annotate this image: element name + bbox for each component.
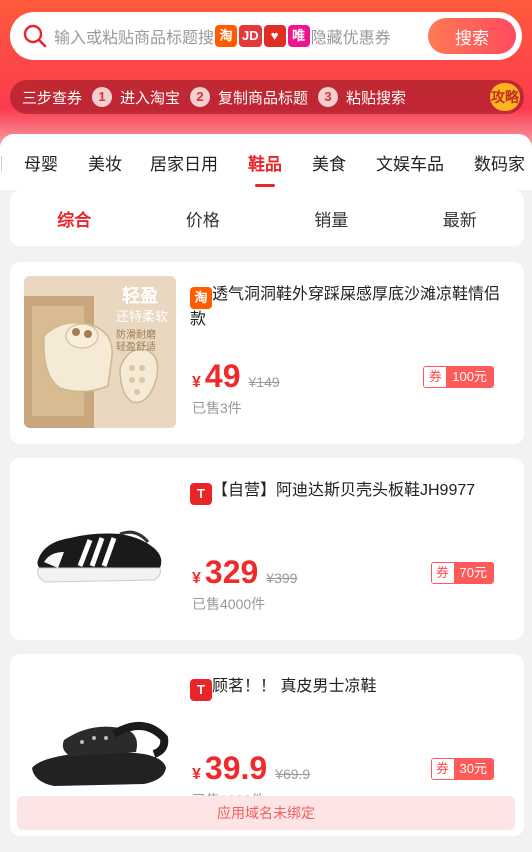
currency-symbol: ¥	[192, 374, 201, 391]
coupon-value: 30元	[453, 759, 493, 779]
product-title: T 【自营】阿迪达斯贝壳头板鞋JH9977	[190, 480, 512, 505]
sold-count: 已售4000件	[192, 596, 266, 612]
tab-category-0[interactable]: 母婴	[24, 150, 58, 175]
price-row: ¥ 329 ¥399	[192, 554, 297, 591]
currency-symbol: ¥	[192, 766, 201, 783]
tmall-icon: T	[190, 483, 212, 505]
original-price: ¥69.9	[275, 766, 311, 782]
pinduoduo-icon: ♥	[263, 25, 286, 47]
current-price: 329	[204, 554, 259, 590]
step-2-number: 2	[190, 87, 211, 107]
step-2-text: 复制商品标题	[218, 89, 309, 107]
tab-category-3[interactable]: 鞋品	[248, 150, 282, 187]
original-price: ¥399	[266, 570, 298, 586]
product-title-text: 顾茗！！ 真皮男士凉鞋	[212, 678, 377, 695]
steps-label: 三步查券	[22, 89, 83, 107]
image-caption-4: 轻盈舒适	[116, 342, 156, 353]
tab-category-5[interactable]: 文娱车品	[376, 150, 444, 175]
coupon-badge[interactable]: 券 30元	[430, 758, 494, 780]
original-price: ¥149	[248, 374, 280, 390]
product-image	[24, 472, 176, 624]
step-3-text: 粘贴搜索	[346, 89, 407, 107]
coupon-label: 券	[431, 759, 454, 779]
search-bar[interactable]: 输入或粘贴商品标题搜 淘 JD ♥ 唯 隐藏优惠券 搜索	[10, 12, 522, 60]
currency-symbol: ¥	[192, 570, 201, 587]
image-caption-1: 轻盈	[122, 286, 158, 306]
coupon-value: 70元	[453, 563, 493, 583]
coupon-steps-bar: 三步查券 1 进入淘宝 2 复制商品标题 3 粘贴搜索 攻略	[10, 80, 524, 114]
sort-price[interactable]: 价格	[139, 206, 268, 231]
taobao-icon: 淘	[190, 287, 212, 309]
sold-count: 已售3件	[192, 400, 242, 416]
search-button[interactable]: 搜索	[428, 18, 516, 54]
tab-category-6[interactable]: 数码家	[474, 150, 525, 175]
coupon-label: 券	[431, 563, 454, 583]
tab-category-4[interactable]: 美食	[312, 150, 346, 175]
search-input[interactable]: 输入或粘贴商品标题搜 淘 JD ♥ 唯 隐藏优惠券	[54, 24, 391, 48]
tmall-icon: T	[190, 679, 212, 701]
search-placeholder-suffix: 隐藏优惠券	[310, 30, 391, 47]
product-title-text: 透气洞洞鞋外穿踩屎感厚底沙滩凉鞋情侣款	[190, 286, 501, 328]
product-card[interactable]: 轻盈 还特柔软 防滑耐磨 轻盈舒适 淘透气洞洞鞋外穿踩屎感厚底沙滩凉鞋情侣款 ¥…	[10, 262, 524, 444]
coupon-badge[interactable]: 券 100元	[423, 366, 494, 388]
image-caption-2: 还特柔软	[116, 309, 169, 324]
search-placeholder-prefix: 输入或粘贴商品标题搜	[54, 30, 215, 47]
current-price: 49	[204, 358, 241, 394]
product-title: T 顾茗！！ 真皮男士凉鞋	[190, 676, 512, 701]
price-row: ¥ 39.9 ¥69.9	[192, 750, 310, 787]
vipshop-icon: 唯	[287, 25, 310, 47]
sort-sales[interactable]: 销量	[267, 206, 396, 231]
search-icon	[23, 24, 47, 48]
category-partial-left: 丨	[0, 150, 2, 175]
tab-category-1[interactable]: 美妆	[88, 150, 122, 175]
category-tabs: 丨 母婴 美妆 居家日用 鞋品 美食 文娱车品 数码家	[0, 134, 532, 190]
sort-tabs: 综合 价格 销量 最新	[10, 190, 524, 246]
step-1-number: 1	[92, 87, 113, 107]
toast-message: 应用域名未绑定	[17, 796, 515, 830]
coupon-badge[interactable]: 券 70元	[430, 562, 494, 584]
coupon-value: 100元	[446, 367, 493, 387]
guide-button[interactable]: 攻略	[490, 83, 520, 111]
product-title-text: 【自营】阿迪达斯贝壳头板鞋JH9977	[212, 482, 476, 499]
product-image: 轻盈 还特柔软 防滑耐磨 轻盈舒适	[24, 276, 176, 428]
coupon-label: 券	[424, 367, 447, 387]
taobao-icon: 淘	[215, 25, 238, 47]
step-3-number: 3	[318, 87, 339, 107]
sort-newest[interactable]: 最新	[396, 206, 525, 231]
product-card[interactable]: T 【自营】阿迪达斯贝壳头板鞋JH9977 ¥ 329 ¥399 已售4000件 …	[10, 458, 524, 640]
product-title: 淘透气洞洞鞋外穿踩屎感厚底沙滩凉鞋情侣款	[190, 284, 512, 331]
current-price: 39.9	[204, 750, 268, 786]
price-row: ¥ 49 ¥149	[192, 358, 280, 395]
step-1-text: 进入淘宝	[120, 89, 181, 107]
sort-comprehensive[interactable]: 综合	[10, 206, 139, 231]
jd-icon: JD	[239, 25, 262, 47]
tab-category-2[interactable]: 居家日用	[150, 150, 218, 175]
